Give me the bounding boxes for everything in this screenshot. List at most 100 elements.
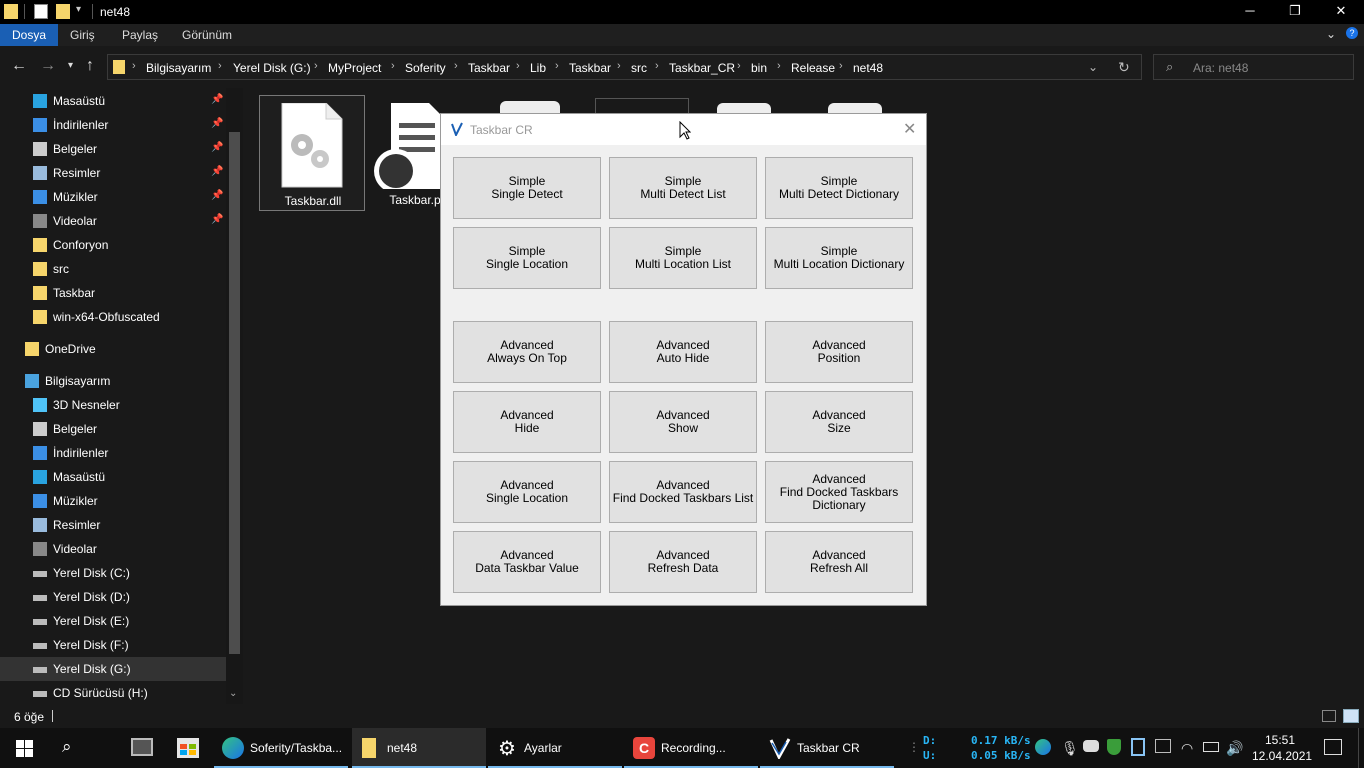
breadcrumb-item[interactable]: Release bbox=[791, 61, 835, 75]
action-button[interactable]: Advanced Data Taskbar Value bbox=[453, 531, 601, 593]
breadcrumb-item[interactable]: MyProject bbox=[328, 61, 381, 75]
tab-view[interactable]: Görünüm bbox=[170, 24, 244, 46]
close-button[interactable]: ✕ bbox=[1318, 0, 1364, 24]
search-icon[interactable]: ⌕ bbox=[62, 737, 72, 757]
document-tray-icon[interactable] bbox=[1131, 738, 1145, 756]
start-button[interactable] bbox=[16, 740, 33, 757]
action-button[interactable]: Advanced Position bbox=[765, 321, 913, 383]
ribbon-expand-icon[interactable]: ⌄ bbox=[1326, 27, 1336, 41]
file-item[interactable] bbox=[595, 98, 689, 113]
recent-locations-icon[interactable]: ▾ bbox=[68, 60, 73, 71]
pin-icon[interactable]: 📌 bbox=[211, 118, 223, 129]
file-icon[interactable] bbox=[717, 103, 771, 113]
breadcrumb-item[interactable]: Taskbar bbox=[569, 61, 611, 75]
chevron-right-icon[interactable]: › bbox=[555, 60, 559, 72]
chevron-right-icon[interactable]: › bbox=[391, 60, 395, 72]
properties-icon[interactable] bbox=[34, 4, 48, 19]
refresh-icon[interactable]: ↻ bbox=[1118, 59, 1130, 76]
sidebar-item[interactable]: Yerel Disk (F:) bbox=[0, 633, 226, 657]
sidebar-item[interactable]: OneDrive bbox=[0, 337, 226, 361]
chevron-right-icon[interactable]: › bbox=[218, 60, 222, 72]
breadcrumb-item[interactable]: net48 bbox=[853, 61, 883, 75]
address-bar[interactable]: › Bilgisayarım › Yerel Disk (G:) › MyPro… bbox=[107, 54, 1142, 80]
taskbar-app-edge[interactable]: Soferity/Taskba... bbox=[214, 728, 348, 768]
tab-file[interactable]: Dosya bbox=[0, 24, 59, 46]
pin-icon[interactable]: 📌 bbox=[211, 190, 223, 201]
new-folder-icon[interactable] bbox=[56, 4, 70, 19]
sidebar-item[interactable]: win-x64-Obfuscated bbox=[0, 305, 226, 329]
tab-share[interactable]: Paylaş bbox=[110, 24, 170, 46]
keyboard-icon[interactable] bbox=[1155, 739, 1171, 753]
large-icons-view-icon[interactable] bbox=[1343, 709, 1359, 723]
action-button[interactable]: Advanced Find Docked Taskbars List bbox=[609, 461, 757, 523]
action-button[interactable]: Simple Single Detect bbox=[453, 157, 601, 219]
pin-icon[interactable]: 📌 bbox=[211, 142, 223, 153]
notification-center-icon[interactable] bbox=[1324, 739, 1342, 755]
sidebar-item[interactable]: İndirilenler 📌 bbox=[0, 113, 226, 137]
edge-tray-icon[interactable] bbox=[1035, 739, 1051, 755]
chevron-right-icon[interactable]: › bbox=[655, 60, 659, 72]
sidebar-item[interactable]: Resimler bbox=[0, 513, 226, 537]
sidebar-item[interactable]: src bbox=[0, 257, 226, 281]
tab-home[interactable]: Giriş bbox=[58, 24, 107, 46]
customize-quick-access-icon[interactable]: ▾ bbox=[76, 4, 81, 15]
action-button[interactable]: Advanced Auto Hide bbox=[609, 321, 757, 383]
microphone-icon[interactable]: 🎙 bbox=[1061, 740, 1079, 757]
back-button[interactable]: ← bbox=[11, 57, 27, 75]
action-button[interactable]: Advanced Find Docked Taskbars Dictionary bbox=[765, 461, 913, 523]
chevron-right-icon[interactable]: › bbox=[839, 60, 843, 72]
breadcrumb-item[interactable]: Bilgisayarım bbox=[146, 61, 211, 75]
sidebar-item[interactable]: Masaüstü 📌 bbox=[0, 89, 226, 113]
action-button[interactable]: Advanced Refresh Data bbox=[609, 531, 757, 593]
help-icon[interactable]: ? bbox=[1346, 27, 1358, 39]
taskbar-app-recording[interactable]: C Recording... bbox=[624, 728, 758, 768]
action-button[interactable]: Advanced Refresh All bbox=[765, 531, 913, 593]
chevron-right-icon[interactable]: › bbox=[132, 60, 136, 72]
wifi-icon[interactable]: ◠ bbox=[1181, 740, 1193, 757]
action-button[interactable]: Advanced Size bbox=[765, 391, 913, 453]
sidebar-item[interactable]: Masaüstü bbox=[0, 465, 226, 489]
file-icon[interactable] bbox=[500, 101, 560, 113]
scroll-down-icon[interactable]: ⌄ bbox=[229, 688, 237, 699]
details-view-icon[interactable] bbox=[1322, 710, 1336, 722]
chevron-right-icon[interactable]: › bbox=[454, 60, 458, 72]
breadcrumb-item[interactable]: bin bbox=[751, 61, 767, 75]
dialog-close-button[interactable]: ✕ bbox=[903, 119, 916, 139]
file-icon[interactable] bbox=[828, 103, 882, 113]
chevron-right-icon[interactable]: › bbox=[516, 60, 520, 72]
task-view-icon[interactable] bbox=[131, 738, 153, 756]
sidebar-scroll-thumb[interactable] bbox=[229, 132, 240, 654]
clock[interactable]: 15:51 12.04.2021 bbox=[1252, 732, 1312, 764]
minimize-button[interactable]: ─ bbox=[1227, 0, 1273, 24]
sidebar-item[interactable]: CD Sürücüsü (H:) bbox=[0, 681, 226, 705]
file-item[interactable]: Taskbar.dll bbox=[259, 95, 365, 211]
sidebar-item[interactable]: Belgeler bbox=[0, 417, 226, 441]
action-button[interactable]: Advanced Show bbox=[609, 391, 757, 453]
breadcrumb-item[interactable]: Yerel Disk (G:) bbox=[233, 61, 311, 75]
sidebar-item[interactable]: Bilgisayarım bbox=[0, 369, 226, 393]
breadcrumb-item[interactable]: src bbox=[631, 61, 647, 75]
sidebar-item[interactable]: Taskbar bbox=[0, 281, 226, 305]
breadcrumb-item[interactable]: Taskbar bbox=[468, 61, 510, 75]
sidebar-item[interactable]: Belgeler 📌 bbox=[0, 137, 226, 161]
address-history-dropdown-icon[interactable]: ⌄ bbox=[1088, 60, 1098, 74]
chevron-right-icon[interactable]: › bbox=[737, 60, 741, 72]
toolbar-grip-icon[interactable]: ⋮ bbox=[908, 740, 920, 754]
action-button[interactable]: Advanced Single Location bbox=[453, 461, 601, 523]
chevron-right-icon[interactable]: › bbox=[314, 60, 318, 72]
action-button[interactable]: Simple Single Location bbox=[453, 227, 601, 289]
sidebar-item[interactable]: Videolar 📌 bbox=[0, 209, 226, 233]
breadcrumb-item[interactable]: Taskbar_CR bbox=[669, 61, 735, 75]
search-input[interactable]: ⌕ Ara: net48 bbox=[1153, 54, 1354, 80]
taskbar-app-taskbar-cr[interactable]: Taskbar CR bbox=[760, 728, 894, 768]
sidebar-item[interactable]: Yerel Disk (E:) bbox=[0, 609, 226, 633]
action-button[interactable]: Simple Multi Location List bbox=[609, 227, 757, 289]
pin-icon[interactable]: 📌 bbox=[211, 214, 223, 225]
battery-icon[interactable] bbox=[1203, 742, 1219, 752]
action-button[interactable]: Simple Multi Detect List bbox=[609, 157, 757, 219]
action-button[interactable]: Advanced Always On Top bbox=[453, 321, 601, 383]
sidebar-item[interactable]: Yerel Disk (G:) bbox=[0, 657, 226, 681]
sidebar-item[interactable]: Conforyon bbox=[0, 233, 226, 257]
volume-icon[interactable]: 🔊 bbox=[1226, 740, 1243, 757]
forward-button[interactable]: → bbox=[40, 57, 56, 75]
